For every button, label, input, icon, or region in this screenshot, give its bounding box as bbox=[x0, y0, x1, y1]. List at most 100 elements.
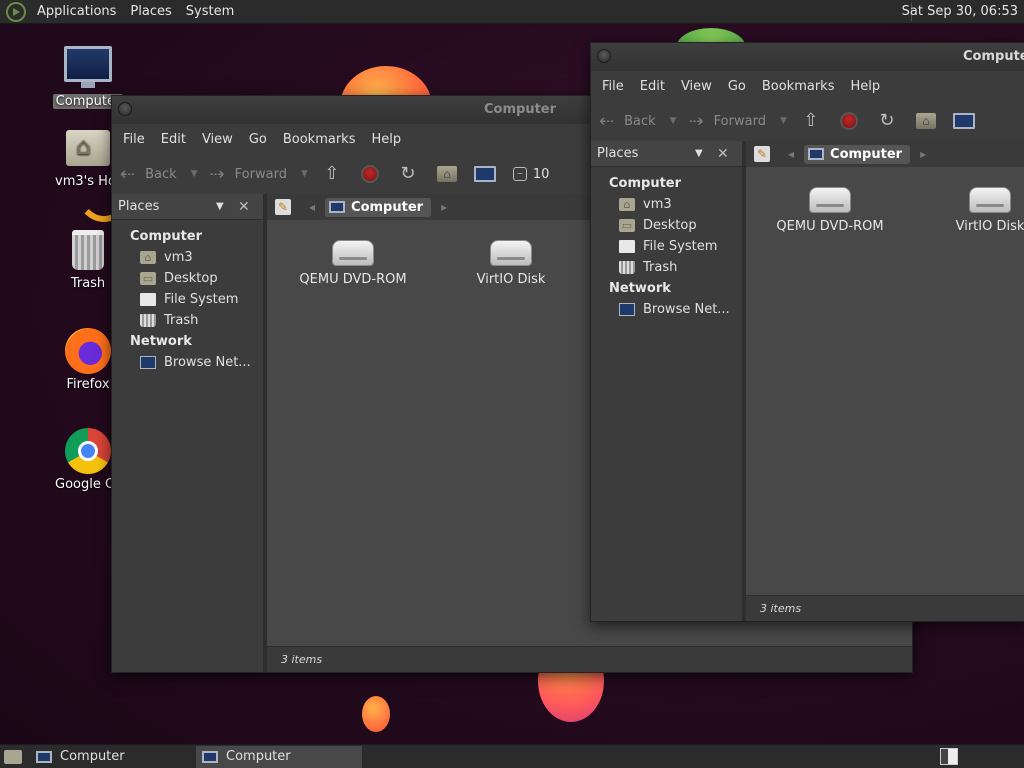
back-history-dropdown-icon[interactable]: ▼ bbox=[191, 169, 198, 179]
sidebar-section-network: Network bbox=[130, 334, 192, 349]
sidebar-item-browse-network[interactable]: Browse Net... bbox=[112, 352, 263, 373]
forward-button[interactable]: ⇢ Forward ▼ bbox=[689, 111, 787, 132]
computer-icon bbox=[64, 46, 112, 88]
sidebar-item-trash[interactable]: Trash bbox=[591, 257, 742, 278]
taskbar-item-active[interactable]: Computer bbox=[196, 745, 362, 768]
forward-history-dropdown-icon[interactable]: ▼ bbox=[780, 116, 787, 126]
home-folder-icon: ⌂ bbox=[619, 198, 635, 211]
window-title: Computer bbox=[963, 49, 1024, 64]
path-scroll-left-icon[interactable]: ◂ bbox=[788, 147, 794, 161]
sidebar-header[interactable]: Places ▼ ✕ bbox=[591, 141, 742, 167]
menu-help[interactable]: Help bbox=[363, 132, 409, 147]
path-scroll-left-icon[interactable]: ◂ bbox=[309, 200, 315, 214]
menu-bookmarks[interactable]: Bookmarks bbox=[275, 132, 364, 147]
sidebar-section-computer: Computer bbox=[609, 176, 682, 191]
workspace-switcher[interactable] bbox=[940, 748, 958, 765]
file-label: QEMU DVD-ROM bbox=[776, 219, 884, 234]
zoom-icon[interactable]: − bbox=[512, 167, 527, 181]
menu-edit[interactable]: Edit bbox=[153, 132, 194, 147]
file-item[interactable]: QEMU DVD-ROM bbox=[293, 240, 413, 287]
forward-history-dropdown-icon[interactable]: ▼ bbox=[301, 169, 308, 179]
edit-location-icon[interactable]: ✎ bbox=[754, 146, 770, 162]
menu-view[interactable]: View bbox=[673, 79, 720, 94]
back-button[interactable]: ⇠ Back ▼ bbox=[120, 164, 198, 185]
firefox-icon bbox=[65, 328, 111, 374]
menu-applications[interactable]: Applications bbox=[30, 4, 123, 19]
menu-places[interactable]: Places bbox=[123, 4, 178, 19]
file-item[interactable]: VirtIO Disk bbox=[930, 187, 1024, 234]
status-bar: 3 items bbox=[746, 595, 1024, 621]
breadcrumb-computer[interactable]: Computer bbox=[325, 197, 432, 217]
distro-logo-icon[interactable] bbox=[6, 1, 26, 22]
sidebar-item-filesystem[interactable]: File System bbox=[112, 289, 263, 310]
forward-button[interactable]: ⇢ Forward ▼ bbox=[210, 164, 308, 185]
file-item[interactable]: QEMU DVD-ROM bbox=[770, 187, 890, 234]
sidebar-item-desktop[interactable]: ▭ Desktop bbox=[112, 268, 263, 289]
optical-drive-icon bbox=[809, 187, 851, 213]
hard-disk-icon bbox=[969, 187, 1011, 213]
computer-icon bbox=[36, 750, 52, 763]
network-icon bbox=[140, 356, 156, 369]
file-manager-window-front[interactable]: Computer File Edit View Go Bookmarks Hel… bbox=[590, 42, 1024, 622]
sidebar-header[interactable]: Places ▼ ✕ bbox=[112, 194, 263, 220]
filesystem-icon bbox=[140, 293, 156, 306]
home-folder-icon: ⌂ bbox=[140, 251, 156, 264]
sidebar-title: Places bbox=[597, 146, 639, 161]
menu-file[interactable]: File bbox=[594, 79, 632, 94]
close-sidebar-icon[interactable]: ✕ bbox=[238, 199, 250, 215]
sidebar-section-network: Network bbox=[609, 281, 671, 296]
home-icon[interactable]: ⌂ bbox=[436, 166, 457, 182]
up-icon[interactable]: ⇧ bbox=[799, 109, 823, 133]
sidebar-item-browse-network[interactable]: Browse Net... bbox=[591, 299, 742, 320]
sidebar-item-trash[interactable]: Trash bbox=[112, 310, 263, 331]
menu-view[interactable]: View bbox=[194, 132, 241, 147]
chevron-down-icon[interactable]: ▼ bbox=[695, 148, 703, 159]
trash-icon bbox=[72, 230, 104, 270]
home-icon[interactable]: ⌂ bbox=[915, 113, 936, 129]
show-desktop-icon[interactable] bbox=[4, 749, 22, 764]
file-item[interactable]: VirtIO Disk bbox=[451, 240, 571, 287]
window-body: Places ▼ ✕ Computer ⌂ vm3 ▭ Desktop File S… bbox=[591, 141, 1024, 621]
breadcrumb-computer[interactable]: Computer bbox=[804, 144, 911, 164]
menu-go[interactable]: Go bbox=[720, 79, 754, 94]
hard-disk-icon bbox=[490, 240, 532, 266]
sidebar-list: Computer ⌂ vm3 ▭ Desktop File System Trash… bbox=[112, 220, 263, 373]
computer-icon[interactable] bbox=[952, 113, 975, 129]
clock[interactable]: Sat Sep 30, 06:53 bbox=[902, 4, 1018, 19]
close-sidebar-icon[interactable]: ✕ bbox=[717, 146, 729, 162]
up-icon[interactable]: ⇧ bbox=[320, 162, 344, 186]
reload-icon[interactable]: ↻ bbox=[875, 109, 899, 133]
sidebar-item-desktop[interactable]: ▭ Desktop bbox=[591, 215, 742, 236]
computer-icon bbox=[329, 201, 346, 213]
edit-location-icon[interactable]: ✎ bbox=[275, 199, 291, 215]
path-scroll-right-icon[interactable]: ▸ bbox=[920, 147, 926, 161]
content-pane[interactable]: ✎ ◂ Computer ▸ QEMU DVD-ROM VirtIO Disk … bbox=[746, 141, 1024, 621]
file-label: QEMU DVD-ROM bbox=[299, 272, 407, 287]
menu-file[interactable]: File bbox=[115, 132, 153, 147]
menu-edit[interactable]: Edit bbox=[632, 79, 673, 94]
window-menu-button[interactable] bbox=[118, 102, 132, 116]
computer-icon bbox=[808, 148, 825, 160]
back-button[interactable]: ⇠ Back ▼ bbox=[599, 111, 677, 132]
chevron-down-icon[interactable]: ▼ bbox=[216, 201, 224, 212]
stop-icon[interactable] bbox=[360, 165, 379, 183]
menu-bookmarks[interactable]: Bookmarks bbox=[754, 79, 843, 94]
path-scroll-right-icon[interactable]: ▸ bbox=[441, 200, 447, 214]
computer-icon[interactable] bbox=[473, 166, 496, 182]
taskbar-item[interactable]: Computer bbox=[30, 746, 196, 768]
sidebar-item-filesystem[interactable]: File System bbox=[591, 236, 742, 257]
window-menu-button[interactable] bbox=[597, 49, 611, 63]
menu-system[interactable]: System bbox=[179, 4, 241, 19]
back-history-dropdown-icon[interactable]: ▼ bbox=[670, 116, 677, 126]
menu-help[interactable]: Help bbox=[842, 79, 888, 94]
reload-icon[interactable]: ↻ bbox=[396, 162, 420, 186]
trash-icon bbox=[619, 261, 635, 274]
stop-icon[interactable] bbox=[839, 112, 858, 130]
sidebar-item-vm3[interactable]: ⌂ vm3 bbox=[112, 247, 263, 268]
menu-go[interactable]: Go bbox=[241, 132, 275, 147]
window-titlebar[interactable]: Computer bbox=[591, 43, 1024, 71]
sidebar-item-vm3[interactable]: ⌂ vm3 bbox=[591, 194, 742, 215]
sidebar: Places ▼ ✕ Computer ⌂ vm3 ▭ Desktop File S… bbox=[591, 141, 746, 621]
file-label: VirtIO Disk bbox=[955, 219, 1024, 234]
desktop-folder-icon: ▭ bbox=[140, 272, 156, 285]
